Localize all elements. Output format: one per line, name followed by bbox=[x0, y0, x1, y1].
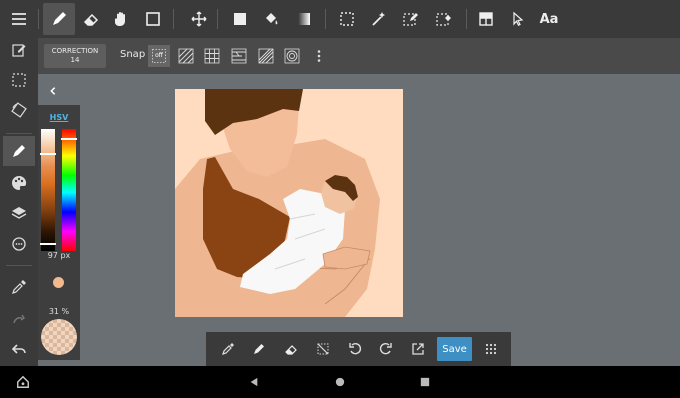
color-panel: HSV 97 px 31 % bbox=[38, 105, 80, 360]
collapse-panel-icon[interactable] bbox=[38, 78, 68, 104]
divider bbox=[38, 9, 39, 29]
system-nav-bar bbox=[0, 366, 680, 398]
redo-icon[interactable] bbox=[3, 304, 35, 334]
edit-icon[interactable] bbox=[3, 35, 35, 65]
more-options-icon[interactable] bbox=[308, 45, 330, 67]
snap-parallel-icon[interactable] bbox=[175, 45, 197, 67]
eraser-tool-icon[interactable] bbox=[75, 3, 107, 35]
select-rect-icon[interactable] bbox=[331, 3, 363, 35]
shape-tool-icon[interactable] bbox=[137, 3, 169, 35]
correction-value: 14 bbox=[70, 56, 80, 64]
menu-icon[interactable] bbox=[3, 3, 35, 35]
gradient-icon[interactable] bbox=[288, 3, 320, 35]
grid-menu-icon[interactable] bbox=[478, 336, 504, 362]
correction-label: CORRECTION bbox=[51, 47, 99, 55]
move-tool-icon[interactable] bbox=[183, 3, 215, 35]
divider bbox=[325, 9, 326, 29]
home-app-icon[interactable] bbox=[15, 374, 31, 390]
pen-tool-icon[interactable] bbox=[43, 3, 75, 35]
eyedropper-icon[interactable] bbox=[3, 272, 35, 302]
redo-icon[interactable] bbox=[373, 336, 399, 362]
left-sidebar bbox=[0, 38, 38, 366]
bucket-icon[interactable] bbox=[255, 3, 287, 35]
text-tool-label: Aa bbox=[539, 11, 559, 27]
snap-off-label: off bbox=[155, 52, 163, 59]
layers-icon[interactable] bbox=[3, 198, 35, 228]
snap-perspective-icon[interactable] bbox=[228, 45, 250, 67]
divider bbox=[217, 9, 218, 29]
select-eraser-icon[interactable] bbox=[428, 3, 460, 35]
selection-icon[interactable] bbox=[3, 65, 35, 95]
save-button[interactable]: Save bbox=[437, 337, 472, 361]
saturation-slider[interactable] bbox=[41, 129, 55, 251]
pen-icon[interactable] bbox=[246, 336, 272, 362]
brush-panel-icon[interactable] bbox=[3, 136, 35, 166]
snap-off-button[interactable]: off bbox=[148, 45, 170, 67]
top-toolbar: Aa bbox=[0, 0, 680, 38]
drawing-canvas[interactable] bbox=[175, 89, 403, 317]
correction-button[interactable]: CORRECTION 14 bbox=[44, 44, 106, 68]
divider bbox=[6, 265, 32, 266]
saturation-marker[interactable] bbox=[40, 153, 56, 155]
rotate-canvas-icon[interactable] bbox=[3, 95, 35, 125]
sub-toolbar: CORRECTION 14 Snap off bbox=[38, 38, 680, 74]
fill-rect-icon[interactable] bbox=[224, 3, 256, 35]
opacity-label[interactable]: 31 % bbox=[38, 307, 80, 316]
hue-slider[interactable] bbox=[62, 129, 76, 251]
snap-label: Snap bbox=[120, 49, 146, 60]
back-icon[interactable] bbox=[246, 374, 262, 390]
deselect-icon[interactable] bbox=[310, 336, 336, 362]
hue-marker[interactable] bbox=[61, 138, 77, 140]
hand-tool-icon[interactable] bbox=[105, 3, 137, 35]
app-window: Aa CORRECTION 14 Snap off HSV 97 px 31 %… bbox=[0, 0, 680, 398]
divider bbox=[6, 133, 32, 134]
brush-size-label[interactable]: 97 px bbox=[38, 251, 80, 260]
export-icon[interactable] bbox=[405, 336, 431, 362]
quick-action-bar: Save bbox=[206, 332, 511, 366]
color-palette-icon[interactable] bbox=[3, 168, 35, 198]
snap-grid-icon[interactable] bbox=[201, 45, 223, 67]
text-tool-button[interactable]: Aa bbox=[533, 3, 565, 35]
snap-circle-icon[interactable] bbox=[281, 45, 303, 67]
undo-icon[interactable] bbox=[3, 334, 35, 364]
color-mode-tab[interactable]: HSV bbox=[38, 113, 80, 122]
brightness-marker[interactable] bbox=[40, 243, 56, 245]
home-icon[interactable] bbox=[332, 374, 348, 390]
select-pen-icon[interactable] bbox=[395, 3, 427, 35]
eraser-icon[interactable] bbox=[278, 336, 304, 362]
pointer-icon[interactable] bbox=[502, 3, 534, 35]
layout-icon[interactable] bbox=[470, 3, 502, 35]
opacity-swatch[interactable] bbox=[41, 319, 77, 355]
magic-wand-icon[interactable] bbox=[363, 3, 395, 35]
material-icon[interactable] bbox=[3, 229, 35, 259]
undo-icon[interactable] bbox=[342, 336, 368, 362]
divider bbox=[466, 9, 467, 29]
recents-icon[interactable] bbox=[417, 374, 433, 390]
current-color-dot[interactable] bbox=[53, 277, 64, 288]
artwork bbox=[175, 89, 380, 317]
snap-radial-line-icon[interactable] bbox=[255, 45, 277, 67]
eyedropper-icon[interactable] bbox=[215, 336, 241, 362]
divider bbox=[173, 9, 174, 29]
